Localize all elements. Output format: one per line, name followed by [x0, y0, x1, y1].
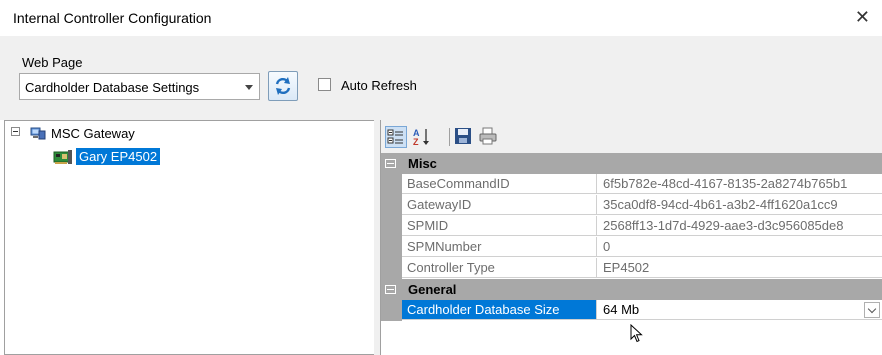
category-general: General: [381, 279, 882, 300]
web-page-selected-value: Cardholder Database Settings: [25, 80, 200, 95]
refresh-icon: [275, 77, 291, 95]
web-page-panel: Web Page Cardholder Database Settings Au…: [0, 36, 882, 120]
property-grid: A Z Misc BaseCommandID 6f5b782e-48cd-416…: [380, 120, 882, 355]
tree-item-controller[interactable]: Gary EP4502: [76, 148, 161, 165]
category-label: Misc: [408, 156, 437, 171]
property-value[interactable]: 0: [596, 237, 882, 257]
chevron-down-icon: [245, 85, 253, 90]
save-icon: [455, 128, 471, 144]
toolbar-separator: [449, 128, 450, 146]
web-page-label: Web Page: [22, 55, 83, 70]
property-row[interactable]: SPMNumber 0: [381, 237, 882, 258]
category-label: General: [408, 282, 457, 297]
tree-item-msc-gateway[interactable]: MSC Gateway: [51, 126, 135, 141]
auto-refresh-checkbox[interactable]: [318, 78, 331, 91]
property-value-dropdown[interactable]: 64 Mb: [596, 300, 882, 320]
property-row[interactable]: SPMID 2568ff13-1d7d-4929-aae3-d3c956085d…: [381, 216, 882, 237]
property-name[interactable]: SPMID: [402, 216, 596, 236]
property-row-selected[interactable]: Cardholder Database Size 64 Mb: [381, 300, 882, 321]
property-name[interactable]: SPMNumber: [402, 237, 596, 257]
property-name[interactable]: BaseCommandID: [402, 174, 596, 194]
property-name[interactable]: GatewayID: [402, 195, 596, 215]
alphabetical-sort-button[interactable]: A Z: [411, 126, 433, 148]
property-toolbar: A Z: [381, 120, 882, 153]
property-value[interactable]: EP4502: [596, 258, 882, 278]
close-icon[interactable]: ✕: [855, 7, 870, 28]
property-value[interactable]: 2568ff13-1d7d-4929-aae3-d3c956085de8: [596, 216, 882, 236]
category-misc: Misc: [381, 153, 882, 174]
save-button[interactable]: [453, 126, 475, 148]
property-row[interactable]: BaseCommandID 6f5b782e-48cd-4167-8135-2a…: [381, 174, 882, 195]
property-name[interactable]: Cardholder Database Size: [402, 300, 596, 320]
title-bar: Internal Controller Configuration ✕: [0, 0, 882, 36]
tree-collapse-toggle[interactable]: [11, 127, 20, 136]
categorized-icon: [387, 129, 403, 144]
property-value[interactable]: 35ca0df8-94cd-4b61-a3b2-4ff1620a1cc9: [596, 195, 882, 215]
property-value: 64 Mb: [603, 302, 640, 317]
category-collapse-toggle[interactable]: [381, 153, 402, 174]
property-value[interactable]: 6f5b782e-48cd-4167-8135-2a8274b765b1: [596, 174, 882, 194]
mouse-pointer-icon: [630, 324, 643, 343]
categorized-view-button[interactable]: [385, 126, 407, 148]
window-title: Internal Controller Configuration: [13, 10, 212, 26]
refresh-button[interactable]: [268, 71, 298, 101]
sort-az-icon: A Z: [413, 128, 429, 147]
controller-board-icon: [53, 150, 72, 164]
property-row[interactable]: Controller Type EP4502: [381, 258, 882, 279]
chevron-down-icon[interactable]: [864, 302, 880, 318]
web-page-dropdown[interactable]: Cardholder Database Settings: [19, 73, 260, 100]
gateway-icon: [30, 127, 46, 140]
property-name[interactable]: Controller Type: [402, 258, 596, 278]
property-row[interactable]: GatewayID 35ca0df8-94cd-4b61-a3b2-4ff162…: [381, 195, 882, 216]
print-button[interactable]: [478, 126, 500, 148]
svg-text:Z: Z: [413, 137, 419, 147]
auto-refresh-label[interactable]: Auto Refresh: [341, 78, 417, 93]
category-collapse-toggle[interactable]: [381, 279, 402, 300]
device-tree: MSC Gateway Gary EP4502: [4, 120, 374, 355]
printer-icon: [479, 127, 497, 145]
